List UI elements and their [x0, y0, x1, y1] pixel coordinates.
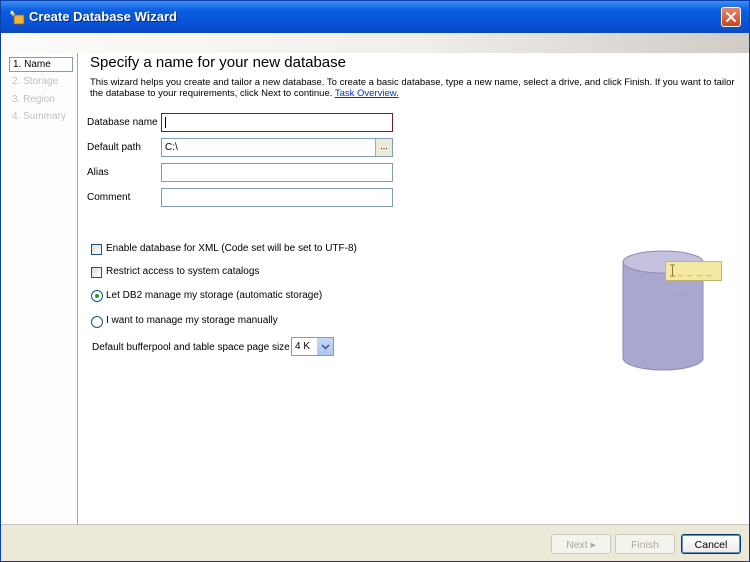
main-panel: Specify a name for your new database Thi… — [78, 53, 749, 524]
header-band — [1, 33, 749, 53]
page-size-label: Default bufferpool and table space page … — [92, 342, 290, 353]
footer-bar: Next ▸ Finish Cancel — [1, 524, 749, 561]
window-title: Create Database Wizard — [29, 9, 177, 24]
manual-storage-radio[interactable] — [91, 316, 103, 328]
page-title: Specify a name for your new database — [90, 54, 346, 71]
comment-label: Comment — [87, 192, 131, 203]
dropdown-arrow[interactable] — [317, 338, 333, 355]
radio-selected-dot — [95, 294, 99, 298]
comment-field[interactable] — [161, 188, 393, 207]
default-path-label: Default path — [87, 142, 141, 153]
page-size-select[interactable]: 4 K — [291, 337, 334, 356]
title-bar[interactable]: Create Database Wizard — [1, 1, 749, 33]
page-size-value: 4 K — [295, 341, 311, 352]
auto-storage-radio[interactable] — [91, 290, 103, 302]
text-caret — [165, 117, 166, 128]
task-overview-link[interactable]: Task Overview. — [335, 88, 399, 99]
auto-storage-label[interactable]: Let DB2 manage my storage (automatic sto… — [106, 290, 322, 301]
cancel-button[interactable]: Cancel — [681, 534, 741, 554]
manual-storage-label[interactable]: I want to manage my storage manually — [106, 315, 278, 326]
default-path-field[interactable]: C:\ ... — [161, 138, 393, 157]
tooltip-preview: _ _ _ _ _ — [665, 261, 722, 294]
finish-button[interactable]: Finish — [615, 534, 675, 554]
browse-button[interactable]: ... — [375, 139, 392, 156]
text-cursor-icon — [670, 264, 675, 277]
xml-checkbox-label[interactable]: Enable database for XML (Code set will b… — [106, 243, 357, 254]
database-name-label: Database name — [87, 117, 158, 128]
wizard-window: Create Database Wizard 1. Name 2. Storag… — [0, 0, 750, 562]
nav-step-storage[interactable]: 2. Storage — [9, 74, 73, 89]
step-navigation: 1. Name 2. Storage 3. Region 4. Summary — [1, 53, 78, 524]
next-button[interactable]: Next ▸ — [551, 534, 611, 554]
restrict-catalogs-label[interactable]: Restrict access to system catalogs — [106, 266, 259, 277]
close-button[interactable] — [721, 7, 741, 27]
restrict-catalogs-checkbox[interactable] — [91, 267, 102, 278]
page-description: This wizard helps you create and tailor … — [90, 77, 740, 99]
tooltip-placeholder: _ _ _ _ _ — [678, 266, 713, 294]
chevron-down-icon — [321, 344, 330, 350]
db2-wizard-icon — [9, 9, 25, 25]
description-text: This wizard helps you create and tailor … — [90, 77, 735, 99]
alias-field[interactable] — [161, 163, 393, 182]
xml-checkbox[interactable] — [91, 244, 102, 255]
default-path-value: C:\ — [165, 142, 178, 153]
nav-step-region[interactable]: 3. Region — [9, 92, 73, 107]
alias-label: Alias — [87, 167, 109, 178]
nav-step-name[interactable]: 1. Name — [9, 57, 73, 72]
close-icon — [726, 12, 736, 22]
database-name-field[interactable] — [161, 113, 393, 132]
nav-step-summary[interactable]: 4. Summary — [9, 109, 73, 124]
